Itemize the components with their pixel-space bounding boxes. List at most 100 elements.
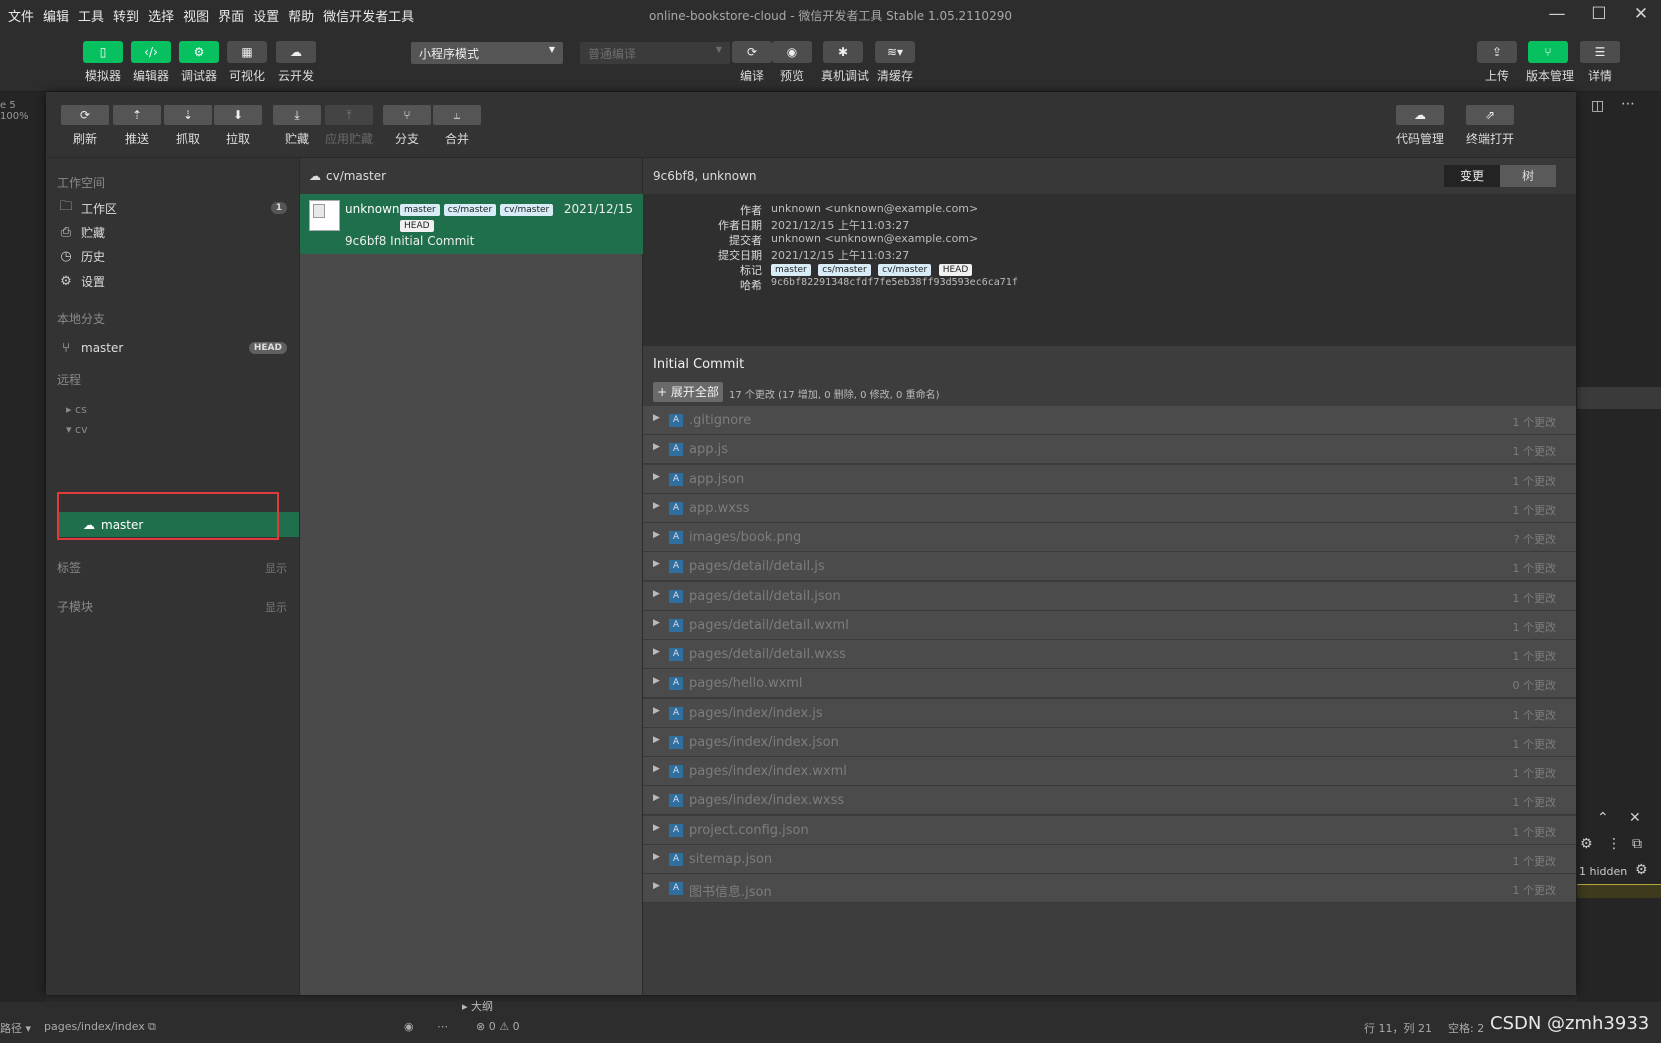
- menu-edit[interactable]: 编辑: [43, 6, 69, 25]
- git-branch-button[interactable]: ⑂ 分支: [382, 105, 432, 147]
- gear-icon[interactable]: ⚙: [1580, 836, 1593, 852]
- sidebar-item-settings[interactable]: ⚙ 设置: [57, 270, 287, 292]
- terminal-open-button[interactable]: ⇗ 终端打开: [1465, 105, 1515, 147]
- chevron-right-icon[interactable]: ▶: [653, 852, 660, 862]
- git-push-button[interactable]: ⇡ 推送: [112, 105, 162, 147]
- details-button[interactable]: ☰ 详情: [1578, 41, 1622, 84]
- more-icon[interactable]: ⋯: [437, 1020, 448, 1033]
- chevron-right-icon[interactable]: ▶: [653, 472, 660, 482]
- tab-tree[interactable]: 树: [1500, 165, 1556, 187]
- cloud-dev-button[interactable]: ☁ 云开发: [274, 41, 318, 84]
- git-merge-button[interactable]: ⥿ 合并: [432, 105, 482, 147]
- chevron-right-icon[interactable]: ▶: [653, 442, 660, 452]
- compile-button[interactable]: ⟳ 编译: [730, 41, 774, 84]
- preview-button[interactable]: ◉ 预览: [770, 41, 814, 84]
- chevron-right-icon[interactable]: ▶: [653, 530, 660, 540]
- file-row[interactable]: ▶ Apages/detail/detail.wxml 1 个更改: [643, 610, 1576, 640]
- eye-icon[interactable]: ◉: [404, 1020, 414, 1033]
- clear-cache-button[interactable]: ≋▾ 清缓存: [873, 41, 917, 84]
- maximize-icon[interactable]: ☐: [1589, 4, 1609, 24]
- remote-branch-cv-master[interactable]: ☁ master: [57, 512, 299, 537]
- menu-select[interactable]: 选择: [148, 6, 174, 25]
- current-path[interactable]: pages/index/index: [44, 1020, 145, 1033]
- more-icon[interactable]: ⋯: [1621, 96, 1635, 112]
- remote-group-cv[interactable]: ▾ cv: [66, 423, 88, 436]
- git-stash-button[interactable]: ⤓ 贮藏: [272, 105, 322, 147]
- outline-section[interactable]: ▸ 大纲: [462, 998, 662, 1016]
- sidebar-item-workspace[interactable]: 🗀 工作区 1: [57, 197, 287, 219]
- remote-debug-button[interactable]: ✱ 真机调试: [821, 41, 869, 84]
- chevron-right-icon[interactable]: ▶: [653, 413, 660, 423]
- gear-icon[interactable]: ⚙: [1635, 862, 1648, 878]
- file-row[interactable]: ▶ A .gitignore 1 个更改: [643, 406, 1576, 435]
- file-row[interactable]: ▶ Apages/index/index.wxml 1 个更改: [643, 757, 1576, 786]
- file-row[interactable]: ▶ Apages/index/index.wxss 1 个更改: [643, 786, 1576, 816]
- menu-file[interactable]: 文件: [8, 6, 34, 25]
- file-row[interactable]: ▶ A 图书信息.json 1 个更改: [643, 874, 1576, 903]
- menu-settings[interactable]: 设置: [253, 6, 279, 25]
- file-row[interactable]: ▶ Apages/index/index.js 1 个更改: [643, 698, 1576, 728]
- close-panel-icon[interactable]: ✕: [1629, 810, 1641, 826]
- indent-spaces[interactable]: 空格: 2: [1448, 1020, 1484, 1036]
- kebab-icon[interactable]: ⋮: [1607, 836, 1621, 852]
- undock-icon[interactable]: ⧉: [1632, 836, 1642, 852]
- menu-wechat-devtools[interactable]: 微信开发者工具: [323, 6, 414, 25]
- git-apply-stash-button[interactable]: ⤒ 应用贮藏: [324, 105, 374, 147]
- file-row[interactable]: ▶ Aapp.js 1 个更改: [643, 435, 1576, 465]
- file-row[interactable]: ▶ Aproject.config.json 1 个更改: [643, 815, 1576, 845]
- menu-view[interactable]: 视图: [183, 6, 209, 25]
- mode-select[interactable]: 小程序模式 ▼: [411, 42, 563, 64]
- tags-show-toggle[interactable]: 显示: [265, 560, 287, 576]
- chevron-right-icon[interactable]: ▶: [653, 881, 660, 891]
- debugger-button[interactable]: ⚙ 调试器: [177, 41, 221, 84]
- editor-button[interactable]: ‹/› 编辑器: [129, 41, 173, 84]
- chevron-right-icon[interactable]: ▶: [653, 793, 660, 803]
- file-row[interactable]: ▶ Aimages/book.png ? 个更改: [643, 523, 1576, 552]
- submodules-show-toggle[interactable]: 显示: [265, 599, 287, 615]
- sidebar-item-history[interactable]: ◷ 历史: [57, 245, 287, 267]
- tab-changes[interactable]: 变更: [1444, 165, 1500, 187]
- file-row[interactable]: ▶ Apages/detail/detail.js 1 个更改: [643, 552, 1576, 582]
- chevron-right-icon[interactable]: ▶: [653, 589, 660, 599]
- file-row[interactable]: ▶ Apages/index/index.json 1 个更改: [643, 727, 1576, 757]
- menu-goto[interactable]: 转到: [113, 6, 139, 25]
- file-row[interactable]: ▶ Aapp.json 1 个更改: [643, 464, 1576, 494]
- simulator-button[interactable]: ▯ 模拟器: [81, 41, 125, 84]
- minimize-icon[interactable]: —: [1547, 4, 1567, 24]
- visual-button[interactable]: ▦ 可视化: [225, 41, 269, 84]
- chevron-right-icon[interactable]: ▶: [653, 676, 660, 686]
- menu-help[interactable]: 帮助: [288, 6, 314, 25]
- chevron-right-icon[interactable]: ▶: [653, 618, 660, 628]
- code-management-button[interactable]: ☁ 代码管理: [1395, 105, 1445, 147]
- local-branch-master[interactable]: ⑂ master HEAD: [57, 337, 287, 359]
- path-label[interactable]: 路径 ▾: [0, 1020, 31, 1036]
- menu-interface[interactable]: 界面: [218, 6, 244, 25]
- file-row[interactable]: ▶ Apages/detail/detail.wxss 1 个更改: [643, 640, 1576, 669]
- copy-icon[interactable]: ⧉: [148, 1020, 156, 1034]
- chevron-right-icon[interactable]: ▶: [653, 647, 660, 657]
- chevron-right-icon[interactable]: ▶: [653, 706, 660, 716]
- compile-select[interactable]: 普通编译 ▼: [580, 42, 730, 64]
- file-row[interactable]: ▶ Aapp.wxss 1 个更改: [643, 493, 1576, 523]
- expand-all-button[interactable]: + 展开全部: [653, 382, 723, 402]
- sidebar-item-stash[interactable]: ⎙ 贮藏: [57, 221, 287, 243]
- split-editor-icon[interactable]: ◫: [1591, 98, 1604, 114]
- git-fetch-button[interactable]: ⇣ 抓取: [163, 105, 213, 147]
- problems-count[interactable]: ⊗ 0 ⚠ 0: [476, 1020, 520, 1033]
- chevron-right-icon[interactable]: ▶: [653, 735, 660, 745]
- file-row[interactable]: ▶ Apages/hello.wxml 0 个更改: [643, 669, 1576, 699]
- git-refresh-button[interactable]: ⟳ 刷新: [60, 105, 110, 147]
- cursor-position[interactable]: 行 11，列 21: [1364, 1020, 1432, 1036]
- upload-button[interactable]: ⇪ 上传: [1475, 41, 1519, 84]
- close-icon[interactable]: ✕: [1631, 4, 1651, 24]
- chevron-right-icon[interactable]: ▶: [653, 501, 660, 511]
- file-row[interactable]: ▶ Apages/detail/detail.json 1 个更改: [643, 581, 1576, 611]
- chevron-up-icon[interactable]: ⌃: [1597, 810, 1609, 826]
- chevron-right-icon[interactable]: ▶: [653, 764, 660, 774]
- git-pull-button[interactable]: ⬇ 拉取: [213, 105, 263, 147]
- remote-group-cs[interactable]: ▸ cs: [66, 403, 87, 416]
- chevron-right-icon[interactable]: ▶: [653, 559, 660, 569]
- menu-tools[interactable]: 工具: [78, 6, 104, 25]
- commit-row[interactable]: unknown master cs/master cv/master HEAD …: [300, 194, 643, 254]
- file-row[interactable]: ▶ Asitemap.json 1 个更改: [643, 844, 1576, 874]
